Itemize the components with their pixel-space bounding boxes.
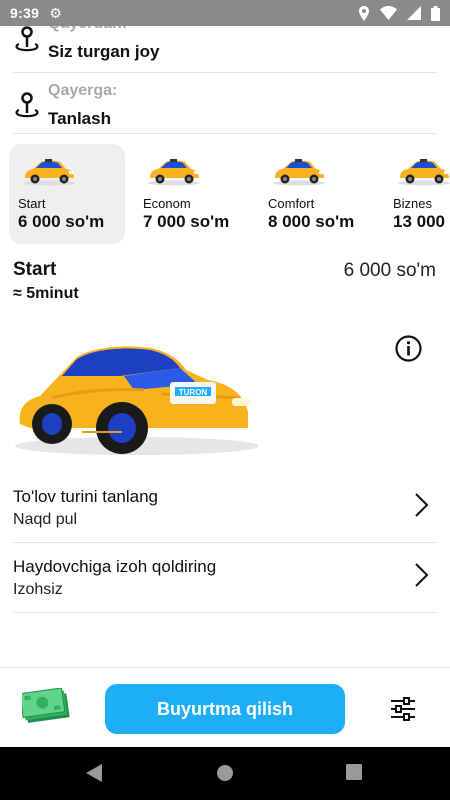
tariff-price: 7 000 so'm — [143, 212, 230, 231]
status-time: 9:39 — [10, 5, 40, 21]
payment-method-row[interactable]: To'lov turini tanlang Naqd pul — [0, 471, 450, 541]
location-icon — [359, 5, 369, 21]
order-button[interactable]: Buyurtma qilish — [105, 684, 345, 734]
divider — [13, 72, 437, 73]
bottom-action-bar: Buyurtma qilish — [0, 667, 450, 747]
tariff-name: Comfort — [268, 196, 315, 211]
tariff-card-biznes[interactable]: Biznes 13 000 so'm — [384, 144, 450, 244]
taxi-car-icon — [148, 159, 200, 186]
chevron-right-icon — [415, 563, 429, 587]
divider — [13, 612, 437, 613]
selected-tariff-price: 6 000 so'm — [343, 260, 436, 281]
home-icon[interactable] — [216, 764, 234, 782]
taxi-car-icon — [398, 159, 450, 186]
to-value: Tanlash — [48, 109, 111, 128]
map-pin-icon — [15, 92, 39, 118]
map-pin-icon — [15, 26, 39, 52]
tariff-card-comfort[interactable]: Comfort 8 000 so'm — [259, 144, 375, 244]
payment-title: To'lov turini tanlang — [13, 487, 158, 506]
comment-value: Izohsiz — [13, 581, 63, 598]
recents-icon[interactable] — [346, 764, 362, 780]
to-label: Qayerga: — [48, 82, 118, 99]
car-brand-text: TURON — [179, 388, 208, 397]
tariff-price: 13 000 so'm — [393, 212, 450, 231]
driver-comment-row[interactable]: Haydovchiga izoh qoldiring Izohsiz — [0, 541, 450, 611]
cash-icon[interactable] — [22, 688, 74, 726]
tariff-list: Start 6 000 so'm Econom 7 000 so'm Comfo… — [0, 144, 450, 246]
from-value: Siz turgan joy — [48, 42, 160, 61]
gear-icon: ⚙ — [49, 4, 62, 21]
selected-tariff-eta: ≈ 5minut — [13, 285, 79, 302]
android-navigation-bar — [0, 747, 450, 800]
wifi-icon — [380, 6, 397, 20]
taxi-car-icon — [273, 159, 325, 186]
tariff-card-econom[interactable]: Econom 7 000 so'm — [134, 144, 250, 244]
filter-settings-icon[interactable] — [389, 695, 417, 723]
payment-value: Naqd pul — [13, 511, 78, 528]
tariff-price: 8 000 so'm — [268, 212, 355, 231]
battery-icon — [431, 5, 440, 21]
to-location-field[interactable]: Qayerga: Tanlash — [0, 78, 450, 148]
selected-tariff-name: Start — [13, 259, 57, 280]
tariff-name: Biznes — [393, 196, 433, 211]
chevron-right-icon — [415, 493, 429, 517]
comment-title: Haydovchiga izoh qoldiring — [13, 557, 217, 576]
tariff-name: Start — [18, 196, 46, 211]
divider — [13, 133, 437, 134]
signal-icon — [407, 6, 421, 20]
taxi-car-icon — [23, 159, 75, 186]
info-icon[interactable] — [395, 335, 422, 362]
taxi-car-illustration: TURON — [15, 346, 258, 455]
back-icon[interactable] — [86, 764, 102, 782]
tariff-card-start[interactable]: Start 6 000 so'm — [9, 144, 125, 244]
tariff-name: Econom — [143, 196, 191, 211]
tariff-price: 6 000 so'm — [18, 212, 105, 231]
status-bar: 9:39 ⚙ — [0, 0, 450, 26]
